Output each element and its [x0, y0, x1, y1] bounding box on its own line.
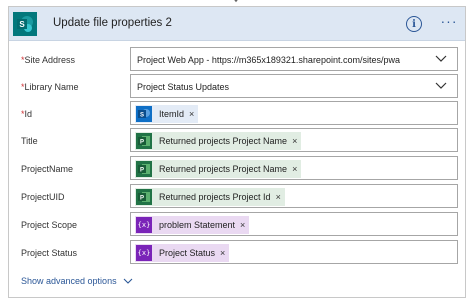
chevron-down-icon[interactable]	[435, 81, 447, 91]
chevron-down-icon	[123, 278, 133, 284]
site-address-label: *Site Address	[21, 55, 76, 65]
id-label: *Id	[21, 109, 33, 119]
project-uid-token[interactable]: P Returned projects Project Id ×	[135, 188, 285, 206]
project-name-token[interactable]: P Returned projects Project Name ×	[135, 160, 302, 178]
remove-token-icon[interactable]: ×	[189, 109, 194, 119]
project-token-icon: P	[136, 189, 152, 205]
remove-token-icon[interactable]: ×	[240, 220, 245, 230]
project-name-input[interactable]: P Returned projects Project Name ×	[130, 156, 458, 180]
svg-text:P: P	[140, 140, 144, 146]
library-name-dropdown[interactable]: Project Status Updates	[130, 74, 458, 98]
svg-text:S: S	[19, 20, 25, 29]
project-uid-token-label: Returned projects Project Id	[159, 192, 271, 202]
remove-token-icon[interactable]: ×	[276, 192, 281, 202]
project-uid-row: ProjectUID P Returned projects Project I…	[9, 184, 467, 210]
sharepoint-logo-icon: S	[13, 12, 37, 36]
svg-text:P: P	[140, 196, 144, 202]
project-status-token[interactable]: {x} Project Status ×	[135, 244, 230, 262]
chevron-down-icon[interactable]	[435, 54, 447, 64]
project-status-label: Project Status	[21, 248, 78, 258]
site-address-value: Project Web App - https://m365x189321.sh…	[137, 55, 400, 65]
remove-token-icon[interactable]: ×	[292, 136, 297, 146]
svg-text:P: P	[140, 168, 144, 174]
action-header[interactable]: S Update file properties 2 i ···	[9, 7, 465, 41]
project-status-token-label: Project Status	[159, 248, 216, 258]
more-options-icon[interactable]: ···	[437, 13, 461, 31]
project-status-input[interactable]: {x} Project Status ×	[130, 240, 458, 264]
project-name-label: ProjectName	[21, 164, 74, 174]
project-uid-label: ProjectUID	[21, 192, 65, 202]
project-status-row: Project Status {x} Project Status ×	[9, 240, 467, 266]
id-input[interactable]: S ItemId ×	[130, 101, 458, 125]
project-uid-input[interactable]: P Returned projects Project Id ×	[130, 184, 458, 208]
remove-token-icon[interactable]: ×	[220, 248, 225, 258]
project-scope-token[interactable]: {x} problem Statement ×	[135, 216, 250, 234]
site-address-row: *Site Address Project Web App - https://…	[9, 47, 467, 73]
sharepoint-token-icon: S	[136, 106, 152, 122]
project-scope-token-label: problem Statement	[159, 220, 236, 230]
id-row: *Id S ItemId ×	[9, 101, 467, 127]
variable-token-icon: {x}	[136, 245, 152, 261]
title-input[interactable]: P Returned projects Project Name ×	[130, 128, 458, 152]
title-token-label: Returned projects Project Name	[159, 136, 288, 146]
project-scope-input[interactable]: {x} problem Statement ×	[130, 212, 458, 236]
project-scope-label: Project Scope	[21, 220, 78, 230]
variable-token-icon: {x}	[136, 217, 152, 233]
title-token[interactable]: P Returned projects Project Name ×	[135, 132, 302, 150]
action-card: S Update file properties 2 i ··· *Site A…	[8, 6, 466, 298]
library-name-value: Project Status Updates	[137, 82, 230, 92]
title-row: Title P Returned projects Project Name ×	[9, 128, 467, 154]
library-name-row: *Library Name Project Status Updates	[9, 74, 467, 100]
library-name-label: *Library Name	[21, 82, 79, 92]
remove-token-icon[interactable]: ×	[292, 164, 297, 174]
title-label: Title	[21, 136, 38, 146]
info-icon[interactable]: i	[406, 16, 422, 32]
project-name-token-label: Returned projects Project Name	[159, 164, 288, 174]
action-title: Update file properties 2	[53, 17, 172, 29]
svg-text:S: S	[140, 113, 144, 119]
connector-arrow-icon	[234, 0, 238, 3]
show-advanced-options-link[interactable]: Show advanced options	[21, 276, 133, 286]
project-name-row: ProjectName P Returned projects Project …	[9, 156, 467, 182]
id-token-label: ItemId	[159, 109, 185, 119]
project-token-icon: P	[136, 133, 152, 149]
site-address-dropdown[interactable]: Project Web App - https://m365x189321.sh…	[130, 47, 458, 71]
project-token-icon: P	[136, 161, 152, 177]
id-token[interactable]: S ItemId ×	[135, 105, 199, 123]
project-scope-row: Project Scope {x} problem Statement ×	[9, 212, 467, 238]
